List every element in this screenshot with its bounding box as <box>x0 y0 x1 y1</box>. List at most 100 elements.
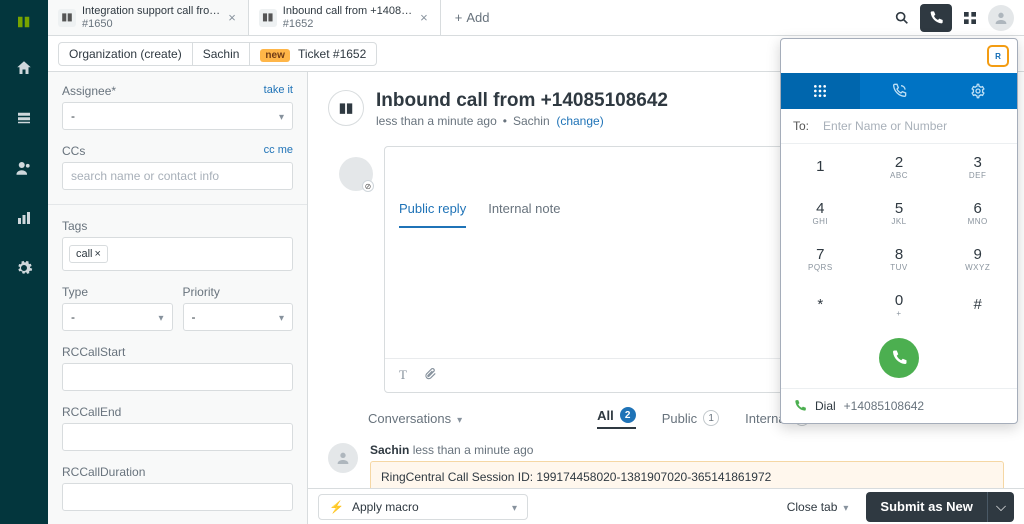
close-tab-button[interactable]: Close tab <box>779 500 857 514</box>
tab-public-reply[interactable]: Public reply <box>399 191 466 228</box>
tab-ticket-1650[interactable]: ▮▮ Integration support call fro… #1650 × <box>48 0 249 35</box>
ticket-title: Inbound call from +14085108642 <box>376 90 668 112</box>
submit-menu-button[interactable]: ⌵ <box>987 492 1014 522</box>
submit-button[interactable]: Submit as New <box>866 492 986 522</box>
assignee-select[interactable]: - <box>62 102 293 130</box>
dialer-to-input[interactable] <box>823 119 1005 133</box>
conv-all-label: All <box>597 408 614 423</box>
ticket-sidebar: Assignee*take it - CCscc me Tags call × … <box>48 72 308 524</box>
dialer-tab-settings[interactable] <box>938 73 1017 109</box>
chevron-down-icon <box>843 500 848 514</box>
crumb-ticket[interactable]: new Ticket #1652 <box>250 42 377 66</box>
text-format-icon[interactable]: T <box>399 367 407 384</box>
crumb-org[interactable]: Organization (create) <box>58 42 193 66</box>
tab-ticket-1652[interactable]: ▮▮ Inbound call from +1408… #1652 × <box>249 0 441 35</box>
dialer-keypad: 12ABC3DEF 4GHI5JKL6MNO 7PQRS8TUV9WXYZ *0+# <box>781 144 1017 328</box>
cc-me-link[interactable]: cc me <box>264 144 293 158</box>
presence-icon: ⊘ <box>362 180 374 192</box>
nav-views[interactable] <box>0 96 48 140</box>
close-icon[interactable]: × <box>226 10 238 25</box>
conversations-label: Conversations <box>368 411 451 426</box>
keypad-5[interactable]: 5JKL <box>860 190 939 236</box>
profile-avatar[interactable] <box>988 5 1014 31</box>
tab-internal-note[interactable]: Internal note <box>488 191 560 228</box>
priority-value: - <box>192 310 196 324</box>
keypad-0[interactable]: 0+ <box>860 282 939 328</box>
macro-label: Apply macro <box>352 500 419 514</box>
tag-chip[interactable]: call × <box>69 245 108 263</box>
brand-logo[interactable] <box>0 4 48 40</box>
dialer-tab-keypad[interactable] <box>781 73 860 109</box>
keypad-3[interactable]: 3DEF <box>938 144 1017 190</box>
tag-chip-label: call <box>76 248 93 260</box>
apply-macro-button[interactable]: ⚡ Apply macro <box>318 494 528 520</box>
tab-title: Integration support call fro… <box>82 5 220 17</box>
take-it-link[interactable]: take it <box>264 84 293 98</box>
conv-public-count: 1 <box>703 410 719 426</box>
ticket-type-icon: ▮▮ <box>328 90 364 126</box>
nav-home[interactable] <box>0 46 48 90</box>
close-icon[interactable]: × <box>418 10 430 25</box>
ticket-age: less than a minute ago <box>376 114 497 128</box>
rccallend-input[interactable] <box>62 423 293 451</box>
ticket-icon: ▮▮ <box>259 9 277 27</box>
chevron-down-icon <box>512 500 517 514</box>
rccallstart-label: RCCallStart <box>62 345 125 359</box>
keypad-9[interactable]: 9WXYZ <box>938 236 1017 282</box>
rccallstart-input[interactable] <box>62 363 293 391</box>
keypad-7[interactable]: 7PQRS <box>781 236 860 282</box>
keypad-8[interactable]: 8TUV <box>860 236 939 282</box>
conv-tab-public[interactable]: Public1 <box>662 410 719 426</box>
apps-button[interactable] <box>954 4 986 32</box>
ticket-meta: less than a minute ago•Sachin (change) <box>376 114 668 128</box>
status-badge: new <box>260 49 289 62</box>
event-message: RingCentral Call Session ID: 19917445802… <box>370 461 1004 488</box>
nav-admin[interactable] <box>0 246 48 290</box>
ticket-via-user: Sachin <box>513 114 550 128</box>
type-select[interactable]: - <box>62 303 173 331</box>
tags-label: Tags <box>62 219 87 233</box>
add-tab-button[interactable]: + Add <box>441 0 504 35</box>
rccallduration-input[interactable] <box>62 483 293 511</box>
conversations-dropdown[interactable]: Conversations <box>368 411 462 426</box>
attachment-icon[interactable] <box>423 367 437 384</box>
close-tab-label: Close tab <box>787 500 838 514</box>
keypad-2[interactable]: 2ABC <box>860 144 939 190</box>
keypad-1[interactable]: 1 <box>781 144 860 190</box>
event-avatar <box>328 443 358 473</box>
tab-sub: #1650 <box>82 18 220 30</box>
remove-tag-icon[interactable]: × <box>95 248 101 260</box>
keypad-4[interactable]: 4GHI <box>781 190 860 236</box>
dialer-tab-calls[interactable] <box>860 73 939 109</box>
keypad-*[interactable]: * <box>781 282 860 328</box>
nav-reports[interactable] <box>0 196 48 240</box>
type-label: Type <box>62 285 88 299</box>
assignee-value: - <box>71 109 75 123</box>
dialer-panel: R To: 12ABC3DEF 4GHI5JKL6MNO 7PQRS8TUV9WXY… <box>780 38 1018 424</box>
event-time: less than a minute ago <box>413 443 534 457</box>
crumb-ticket-label: Ticket #1652 <box>298 47 366 61</box>
phone-app-button[interactable] <box>920 4 952 32</box>
search-button[interactable] <box>886 4 918 32</box>
dialer-to-label: To: <box>793 119 809 133</box>
change-requester-link[interactable]: (change) <box>556 114 603 128</box>
nav-customers[interactable] <box>0 146 48 190</box>
call-button[interactable] <box>879 338 919 378</box>
conv-all-count: 2 <box>620 407 636 423</box>
keypad-#[interactable]: # <box>938 282 1017 328</box>
event-item: Sachin less than a minute ago RingCentra… <box>328 443 1004 488</box>
dial-number: +14085108642 <box>844 399 924 413</box>
ringcentral-logo: R <box>987 45 1009 67</box>
assignee-label: Assignee* <box>62 84 116 98</box>
dial-label: Dial <box>815 399 836 413</box>
conv-tab-all[interactable]: All 2 <box>597 407 636 429</box>
lightning-icon: ⚡ <box>329 500 344 514</box>
rccallend-label: RCCallEnd <box>62 405 121 419</box>
tab-sub: #1652 <box>283 18 412 30</box>
ccs-input[interactable] <box>62 162 293 190</box>
crumb-user[interactable]: Sachin <box>193 42 251 66</box>
priority-select[interactable]: - <box>183 303 294 331</box>
add-tab-label: Add <box>466 10 489 25</box>
dial-suggestion[interactable]: Dial +14085108642 <box>781 388 1017 423</box>
keypad-6[interactable]: 6MNO <box>938 190 1017 236</box>
